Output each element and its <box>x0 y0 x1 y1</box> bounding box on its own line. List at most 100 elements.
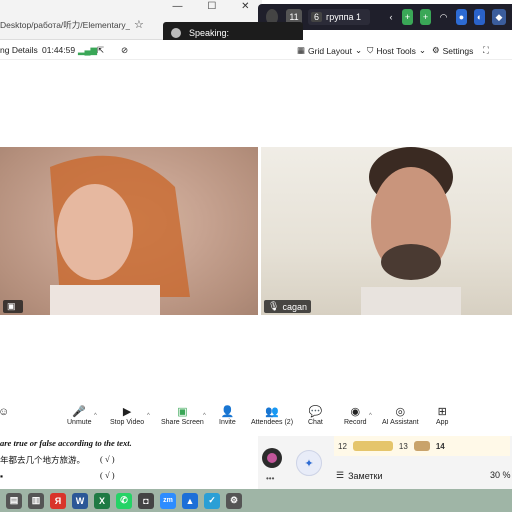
meeting-timer: 01:44:59 <box>42 45 75 55</box>
attendees-button[interactable]: 👥 Attendees (2) <box>251 405 293 426</box>
record-icon: ◉ <box>350 406 361 418</box>
count-14: 14 <box>435 441 445 451</box>
meeting-toolbar: ☺ 🎤 Unmute ^ ▶ Stop Video ^ ▣ Share Scre… <box>0 405 512 435</box>
settings-label: Settings <box>442 45 474 56</box>
unmute-button[interactable]: 🎤 Unmute <box>67 405 92 426</box>
invite-label: Invite <box>219 419 236 426</box>
speaking-label: Speaking: <box>189 28 230 38</box>
microphone-icon: 🎙 <box>268 301 280 311</box>
address-bar-url[interactable]: Desktop/работа/听力/Elementary_List <box>0 19 130 31</box>
file-explorer-icon[interactable]: ▤ <box>6 492 22 509</box>
chat-button[interactable]: 💬 Chat <box>308 405 323 426</box>
add-person-icon: 👤 <box>220 406 235 418</box>
settings-button[interactable]: ⚙ Settings <box>432 45 473 56</box>
doc-instruction: are true or false according to the text. <box>0 438 132 448</box>
record-label: Record <box>344 419 367 426</box>
chevron-down-icon: ⌄ <box>354 45 363 55</box>
sheets-icon-2[interactable]: + <box>420 9 431 25</box>
edge-icon[interactable]: ◐ <box>474 9 485 25</box>
close-button[interactable]: ✕ <box>241 1 249 12</box>
restore-button[interactable]: ☐ <box>207 1 216 12</box>
app-label: App <box>436 419 449 426</box>
sheets-icon[interactable]: + <box>402 9 413 25</box>
attendees-label: Attendees (2) <box>251 419 294 426</box>
share-screen-button[interactable]: ▣ Share Screen <box>161 405 204 426</box>
pink-app-icon <box>267 453 277 463</box>
notes-title-bar[interactable]: ☰ Заметки <box>336 470 383 481</box>
invite-button[interactable]: 👤 Invite <box>219 405 236 426</box>
windows-taskbar: ▤ ▥ Я W X ✆ ◘ zm ▲ ✓ ⚙ <box>0 489 512 512</box>
headset-icon[interactable]: ◠ <box>438 9 449 25</box>
apps-grid-icon: ⊞ <box>437 406 447 418</box>
shield-app-icon[interactable]: ◆ <box>492 9 506 25</box>
host-tools-button[interactable]: ⛉ Host Tools ⌄ <box>367 45 426 56</box>
people-icon: 👥 <box>265 406 279 418</box>
sticker-image-2 <box>413 441 430 451</box>
mic-muted-icon: ▣ <box>7 301 16 311</box>
check-app-icon[interactable]: ✓ <box>204 492 220 509</box>
mic-off-icon: 🎤 <box>72 406 87 418</box>
bookmark-star-icon[interactable]: ☆ <box>134 18 144 31</box>
share-screen-label: Share Screen <box>161 419 204 426</box>
app-launcher-button[interactable] <box>262 448 282 468</box>
sticker-strip[interactable]: 12 13 14 <box>334 436 510 456</box>
reactions-button[interactable]: ☺ <box>0 405 9 419</box>
meeting-details[interactable]: ng Details <box>0 45 38 55</box>
camera-icon[interactable]: ◘ <box>138 492 154 509</box>
chat-label: Chat <box>308 419 323 426</box>
participant-2-name-tag: 🎙 cagan <box>264 300 311 313</box>
video-camera-icon: ▶ <box>122 406 132 418</box>
folder-icon[interactable]: ▥ <box>28 492 44 509</box>
group-selector[interactable]: 6 группа 1 <box>308 9 370 25</box>
more-icon[interactable]: ••• <box>266 474 274 483</box>
doc-bullet: ▪ <box>0 471 4 481</box>
participant-1-video <box>50 155 190 315</box>
window-controls: — ☐ ✕ <box>160 0 262 13</box>
notes-icon: ☰ <box>336 470 345 480</box>
excel-icon[interactable]: X <box>94 492 110 509</box>
yandex-browser-icon[interactable]: Я <box>50 492 66 509</box>
share-screen-icon: ▣ <box>177 406 188 418</box>
chevron-down-icon: ⌄ <box>418 45 427 55</box>
zoom-level: 30 % <box>490 470 511 480</box>
grid-layout-label: Grid Layout <box>308 45 352 56</box>
app-icon-blue[interactable]: ● <box>456 9 467 25</box>
chevron-up-icon[interactable]: ^ <box>94 413 97 419</box>
chat-bubble-icon: 💬 <box>308 406 323 418</box>
notes-title: Заметки <box>348 470 383 481</box>
speaker-avatar <box>171 28 181 38</box>
ai-assistant-label: AI Assistant <box>382 419 419 426</box>
signal-bars-icon[interactable]: ▂▄▆ <box>78 45 97 56</box>
timer-value: 01:44:59 <box>42 45 76 55</box>
gear-icon: ⚙ <box>432 45 440 55</box>
stop-video-button[interactable]: ▶ Stop Video <box>110 405 144 426</box>
sparkle-assistant-button[interactable]: ✦ <box>296 450 322 476</box>
record-button[interactable]: ◉ Record <box>344 405 367 426</box>
zoom-app-icon[interactable]: zm <box>160 492 176 509</box>
whatsapp-icon[interactable]: ✆ <box>116 492 132 509</box>
meeting-app-icon[interactable]: ▲ <box>182 492 198 509</box>
unmute-label: Unmute <box>67 419 92 426</box>
word-icon[interactable]: W <box>72 492 88 509</box>
app-button[interactable]: ⊞ App <box>436 405 448 426</box>
pop-out-icon[interactable]: ⇱ <box>97 45 104 56</box>
sticker-image <box>352 441 393 451</box>
minimize-button[interactable]: — <box>172 1 182 12</box>
video-tile-participant-2[interactable]: 🎙 cagan <box>261 147 512 315</box>
grid-layout-button[interactable]: ▦ Grid Layout ⌄ <box>297 45 362 56</box>
chevron-up-icon[interactable]: ^ <box>147 413 150 419</box>
count-13: 13 <box>398 441 408 451</box>
emoji-icon: ☺ <box>0 406 10 418</box>
fullscreen-icon[interactable]: ⛶ <box>483 45 489 56</box>
no-video-icon[interactable]: ⊘ <box>121 45 128 56</box>
chevron-left-icon[interactable]: ‹ <box>386 9 396 25</box>
chevron-up-icon[interactable]: ^ <box>369 413 372 419</box>
grid-icon: ▦ <box>297 45 306 55</box>
chevron-up-icon[interactable]: ^ <box>203 413 206 419</box>
participant-2-name: cagan <box>282 301 307 312</box>
ai-assistant-button[interactable]: ◎ AI Assistant <box>382 405 419 426</box>
doc-line-1: 年都去几个地方旅游。 <box>0 455 86 465</box>
video-tile-participant-1[interactable]: ▣ <box>0 147 258 315</box>
settings-app-icon[interactable]: ⚙ <box>226 492 242 509</box>
group-count: 6 <box>311 12 323 22</box>
